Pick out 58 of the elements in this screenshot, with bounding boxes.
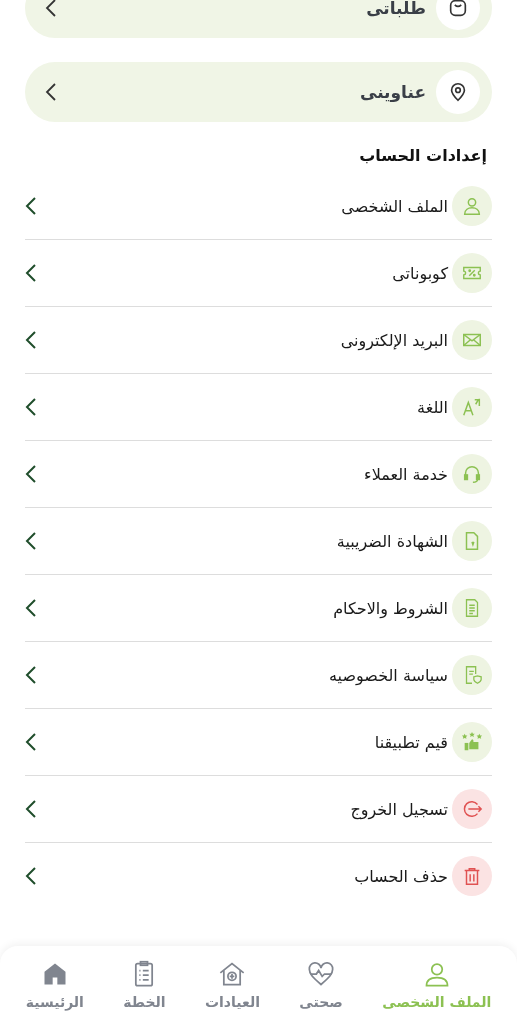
settings-icon-badge [452,454,492,494]
settings-icon-badge [452,186,492,226]
menu-card[interactable]: طلباتى [25,0,492,38]
settings-icon-badge [452,521,492,561]
chevron-icon [45,82,57,102]
settings-icon-badge [452,253,492,293]
settings-row[interactable]: الشروط والاحكام [25,575,492,642]
settings-icon-badge [452,789,492,829]
nav-tab[interactable]: العيادات [205,960,260,1010]
settings-icon-badge [452,588,492,628]
settings-label: الملف الشخصى [341,196,448,216]
settings-row[interactable]: سياسة الخصوصيه [25,642,492,709]
card-label: عناوينى [359,82,426,102]
chevron-icon [25,598,37,618]
chevron-icon [25,799,37,819]
settings-label: الشروط والاحكام [333,598,448,618]
settings-icon-badge [452,722,492,762]
settings-icon-badge [452,856,492,896]
chevron-icon [25,732,37,752]
bag-icon [447,0,469,19]
settings-label: حذف الحساب [354,866,448,886]
settings-label: تسجيل الخروج [350,799,448,819]
nav-tab[interactable]: الخطة [123,960,166,1010]
section-title: إعدادات الحساب [358,145,488,167]
nav-tab[interactable]: الرئيسية [25,960,84,1010]
chevron-icon [25,665,37,685]
nav-tab[interactable]: صحتى [299,960,343,1010]
clinic-icon [218,960,247,988]
chevron-icon [25,866,37,886]
settings-row[interactable]: البريد الإلكترونى [25,307,492,374]
settings-row[interactable]: اللغة [25,374,492,441]
settings-label: كوبوناتى [392,263,448,283]
chevron-icon [25,330,37,350]
settings-label: سياسة الخصوصيه [329,665,448,685]
settings-row[interactable]: خدمة العملاء [25,441,492,508]
chevron-icon [25,397,37,417]
chevron-icon [25,531,37,551]
settings-icon-badge [452,655,492,695]
settings-label: الشهادة الضريبية [336,531,448,551]
settings-label: اللغة [417,397,448,417]
settings-row[interactable]: الشهادة الضريبية [25,508,492,575]
card-label: طلباتى [366,0,426,18]
settings-row[interactable]: حذف الحساب [25,843,492,909]
settings-label: قيم تطبيقنا [374,732,448,752]
chevron-icon [25,464,37,484]
heart-pulse-icon [307,960,336,988]
settings-row[interactable]: تسجيل الخروج [25,776,492,843]
settings-row[interactable]: قيم تطبيقنا [25,709,492,776]
chevron-icon [25,196,37,216]
settings-icon-badge [452,387,492,427]
chevron-icon [45,0,57,18]
settings-label: خدمة العملاء [364,464,448,484]
settings-icon-badge [452,320,492,360]
settings-label: البريد الإلكترونى [340,330,448,350]
menu-card[interactable]: عناوينى [25,62,492,122]
settings-row[interactable]: الملف الشخصى [25,173,492,240]
chevron-icon [25,263,37,283]
settings-row[interactable]: كوبوناتى [25,240,492,307]
